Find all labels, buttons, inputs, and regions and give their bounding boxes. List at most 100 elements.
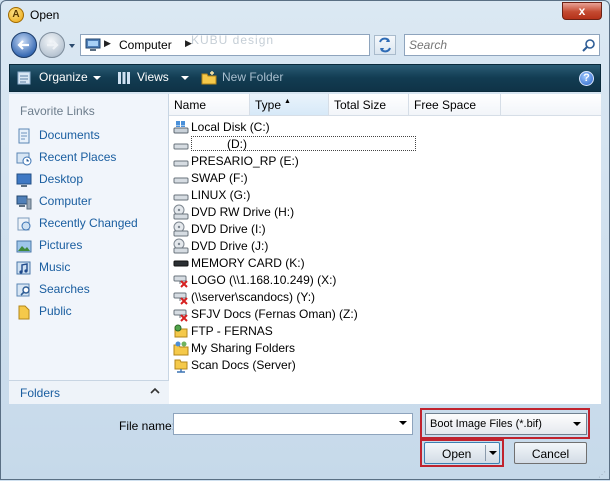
file-type-select[interactable]: Boot Image Files (*.bif): [425, 413, 587, 435]
list-item[interactable]: Local Disk (C:): [171, 119, 571, 136]
folders-label: Folders: [20, 386, 61, 400]
back-button[interactable]: [11, 32, 37, 58]
list-item[interactable]: SFJV Docs (Fernas Oman) (Z:): [171, 306, 571, 323]
item-name: (D:): [191, 136, 416, 151]
list-item[interactable]: SWAP (F:): [171, 170, 571, 187]
column-header-type[interactable]: Type ▲: [250, 94, 329, 116]
new-folder-button[interactable]: New Folder: [222, 70, 283, 84]
sidebar-item-label: Documents: [39, 128, 100, 142]
sidebar-item-desktop[interactable]: Desktop: [14, 170, 164, 190]
chevron-up-icon[interactable]: [150, 386, 160, 396]
sidebar-item-searches[interactable]: Searches: [14, 280, 164, 300]
item-name: My Sharing Folders: [191, 341, 296, 355]
music-icon: [16, 261, 31, 275]
sidebar-item-computer[interactable]: Computer: [14, 192, 164, 212]
item-name: MEMORY CARD (K:): [191, 256, 305, 270]
recent-pages-dropdown-icon[interactable]: [67, 41, 77, 51]
sidebar-item-public[interactable]: Public: [14, 302, 164, 322]
computer-icon: [85, 38, 101, 51]
search-box[interactable]: [404, 34, 600, 56]
local-disk-icon: [173, 121, 189, 134]
views-button[interactable]: Views: [137, 70, 169, 84]
drive-icon: [173, 160, 189, 167]
column-header-total-size[interactable]: Total Size: [329, 94, 409, 116]
help-icon[interactable]: ?: [579, 71, 594, 86]
recent-places-icon: [16, 152, 32, 166]
list-item[interactable]: PRESARIO_RP (E:): [171, 153, 571, 170]
column-header-name[interactable]: Name: [169, 94, 250, 116]
command-toolbar: Organize Views New Folder ?: [9, 64, 601, 92]
ftp-folder-icon: [174, 324, 188, 338]
refresh-button[interactable]: [374, 35, 396, 55]
list-item[interactable]: LINUX (G:): [171, 187, 571, 204]
chevron-down-icon[interactable]: [399, 421, 407, 425]
list-item[interactable]: DVD RW Drive (H:): [171, 204, 571, 221]
computer-icon: [16, 195, 32, 210]
dvd-drive-icon: [173, 221, 189, 237]
organize-button[interactable]: Organize: [39, 70, 88, 84]
open-button[interactable]: Open: [424, 442, 500, 464]
list-item[interactable]: DVD Drive (I:): [171, 221, 571, 238]
refresh-icon: [379, 37, 391, 53]
new-folder-icon: [201, 71, 217, 85]
navigation-bar: ▶ Computer ▶ ▼ KUBU design: [1, 29, 609, 62]
title-bar[interactable]: A Open x: [1, 1, 609, 29]
list-item[interactable]: Scan Docs (Server): [171, 357, 571, 374]
window-title: Open: [30, 8, 60, 22]
forward-button[interactable]: [39, 32, 65, 58]
item-name: Scan Docs (Server): [191, 358, 296, 372]
cancel-button[interactable]: Cancel: [514, 442, 587, 464]
sidebar-item-recently-changed[interactable]: Recently Changed: [14, 214, 164, 234]
public-icon: [18, 305, 30, 320]
sidebar-item-recent-places[interactable]: Recent Places: [14, 148, 164, 168]
chevron-down-icon[interactable]: [93, 76, 101, 80]
list-item[interactable]: MEMORY CARD (K:): [171, 255, 571, 272]
sidebar-item-label: Recently Changed: [39, 216, 138, 230]
list-item[interactable]: DVD Drive (J:): [171, 238, 571, 255]
list-item[interactable]: LOGO (\\1.168.10.249) (X:): [171, 272, 571, 289]
sidebar-item-documents[interactable]: Documents: [14, 126, 164, 146]
navigation-pane: Favorite Links Documents Recent Places D…: [9, 94, 169, 404]
close-button[interactable]: x: [562, 2, 602, 20]
search-input[interactable]: [409, 37, 574, 53]
resize-grip-icon[interactable]: ⋰: [598, 470, 606, 479]
column-header-label: Name: [174, 98, 207, 112]
file-list[interactable]: Name Type ▲ Total Size Free Space Local D…: [169, 94, 601, 404]
list-item[interactable]: FTP - FERNAS: [171, 323, 571, 340]
disconnected-network-drive-icon: [173, 275, 188, 288]
chevron-right-icon[interactable]: ▶: [104, 38, 111, 49]
dialog-footer: File name: Boot Image Files (*.bif) Open…: [1, 405, 609, 481]
sidebar-item-pictures[interactable]: Pictures: [14, 236, 164, 256]
recently-changed-icon: [17, 217, 31, 231]
sidebar-item-label: Music: [39, 260, 71, 274]
app-icon: A: [8, 7, 24, 23]
desktop-icon: [16, 173, 32, 187]
chevron-down-icon[interactable]: [573, 422, 581, 426]
list-item[interactable]: (\\server\scandocs) (Y:): [171, 289, 571, 306]
item-name: DVD RW Drive (H:): [191, 205, 295, 219]
file-name-field[interactable]: [173, 413, 413, 435]
back-arrow-icon: [17, 40, 29, 50]
search-icon[interactable]: [582, 38, 596, 52]
address-crumb-computer[interactable]: Computer: [119, 38, 172, 52]
organize-icon: [17, 71, 31, 85]
item-name: FTP - FERNAS: [191, 324, 273, 338]
folders-toggle[interactable]: Folders: [9, 380, 169, 404]
column-header-free-space[interactable]: Free Space: [409, 94, 501, 116]
sidebar-item-music[interactable]: Music: [14, 258, 164, 278]
column-header-label: Free Space: [414, 98, 477, 112]
item-name: LINUX (G:): [191, 188, 251, 202]
sort-ascending-icon: ▲: [284, 98, 291, 105]
item-name: DVD Drive (I:): [191, 222, 266, 236]
disconnected-network-drive-icon: [173, 292, 188, 305]
sidebar-item-label: Pictures: [39, 238, 83, 252]
item-name: LOGO (\\1.168.10.249) (X:): [191, 273, 337, 287]
file-type-value: Boot Image Files (*.bif): [430, 418, 542, 430]
list-item[interactable]: (D:): [171, 136, 571, 153]
sidebar-item-label: Desktop: [39, 172, 84, 186]
chevron-down-icon[interactable]: [489, 451, 497, 455]
list-item[interactable]: My Sharing Folders: [171, 340, 571, 357]
column-header-filler: [501, 94, 601, 116]
chevron-down-icon[interactable]: [181, 76, 189, 80]
dvd-drive-icon: [173, 204, 189, 220]
